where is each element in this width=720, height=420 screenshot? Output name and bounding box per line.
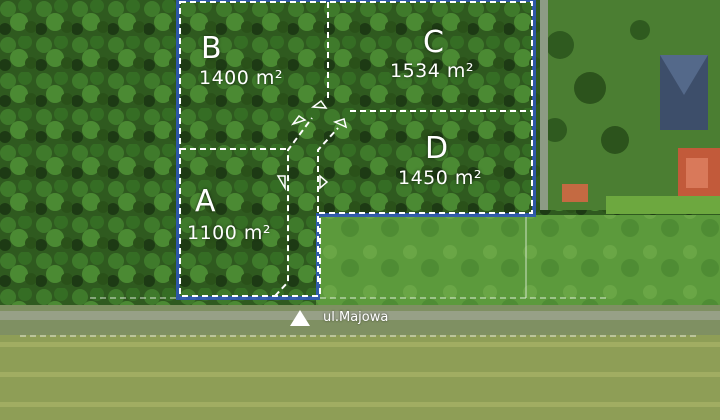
plot-area-a: 1100 m² xyxy=(187,222,272,244)
gate-icon xyxy=(276,175,286,191)
gate-icon xyxy=(290,114,307,126)
plot-letter-a: A xyxy=(195,184,216,219)
street-name: ul.Majowa xyxy=(323,310,389,325)
driveway-left xyxy=(274,117,313,297)
plot-area-d: 1450 m² xyxy=(398,167,483,189)
plot-area-b: 1400 m² xyxy=(199,67,284,89)
plot-letter-d: D xyxy=(425,131,449,166)
plot-boundaries xyxy=(176,0,536,300)
plot-area-c: 1534 m² xyxy=(390,60,475,82)
aerial-map: B 1400 m² C 1534 m² D 1450 m² A 1100 m² … xyxy=(0,0,720,420)
plot-letter-c: C xyxy=(423,25,444,60)
gate-icon xyxy=(319,174,329,190)
plot-letter-b: B xyxy=(201,31,222,66)
gate-icon xyxy=(310,99,328,109)
access-arrow-icon xyxy=(290,310,310,326)
gate-icon xyxy=(332,118,348,129)
